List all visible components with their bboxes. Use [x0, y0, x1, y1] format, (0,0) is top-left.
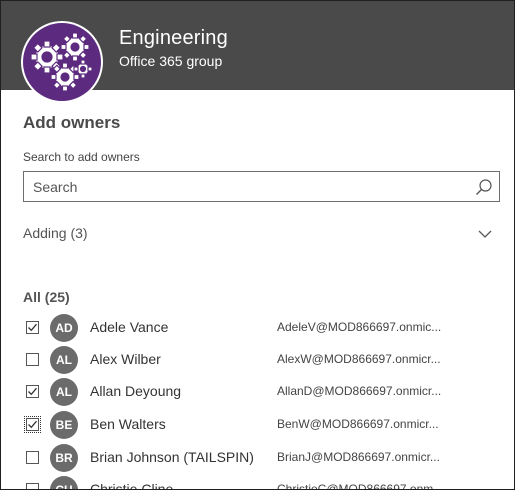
search-label: Search to add owners [23, 150, 140, 164]
person-name: Ben Walters [90, 416, 166, 432]
list-item[interactable]: CH Christie Cline ChristieC@MOD866697.on… [1, 473, 514, 490]
add-owners-panel: Engineering Office 365 group Add owners … [0, 0, 515, 490]
person-email: AllanD@MOD866697.onmicr... [277, 384, 442, 398]
search-input[interactable] [24, 172, 473, 201]
all-count-label: All (25) [23, 289, 70, 305]
person-name: Adele Vance [90, 319, 169, 335]
person-name: Allan Deyoung [90, 383, 182, 399]
group-type: Office 365 group [119, 53, 223, 69]
checkbox[interactable] [26, 483, 39, 489]
panel-title: Add owners [23, 113, 121, 132]
adding-label: Adding (3) [23, 225, 88, 241]
search-icon[interactable] [475, 178, 493, 196]
person-email: ChristieC@MOD866697.onm... [277, 482, 444, 490]
checkbox[interactable] [26, 321, 39, 334]
search-box [23, 171, 500, 202]
avatar: BR [50, 444, 78, 472]
list-item[interactable]: AD Adele Vance AdeleV@MOD866697.onmic... [1, 311, 514, 343]
list-item[interactable]: AL Alex Wilber AlexW@MOD866697.onmicr... [1, 343, 514, 375]
chevron-down-icon[interactable] [477, 227, 493, 241]
checkmark-icon [28, 323, 37, 332]
checkbox[interactable] [26, 451, 39, 464]
avatar: CH [50, 476, 78, 489]
person-email: AdeleV@MOD866697.onmic... [277, 320, 442, 334]
checkbox[interactable] [26, 353, 39, 366]
list-item[interactable]: BE Ben Walters BenW@MOD866697.onmicr... [1, 408, 514, 440]
person-email: BenW@MOD866697.onmicr... [277, 417, 439, 431]
checkmark-icon [28, 420, 37, 429]
avatar: AD [50, 314, 78, 342]
avatar: AL [50, 346, 78, 374]
checkmark-icon [28, 387, 37, 396]
list-item[interactable]: BR Brian Johnson (TAILSPIN) BrianJ@MOD86… [1, 441, 514, 473]
avatar: AL [50, 378, 78, 406]
person-name: Brian Johnson (TAILSPIN) [90, 449, 254, 465]
list-item[interactable]: AL Allan Deyoung AllanD@MOD866697.onmicr… [1, 375, 514, 407]
person-name: Christie Cline [90, 481, 174, 490]
checkbox[interactable] [26, 385, 39, 398]
gears-icon [30, 32, 93, 92]
group-name: Engineering [119, 27, 228, 49]
person-email: AlexW@MOD866697.onmicr... [277, 352, 441, 366]
adding-expander[interactable]: Adding (3) [23, 223, 493, 245]
person-email: BrianJ@MOD866697.onmicr... [277, 450, 440, 464]
person-name: Alex Wilber [90, 351, 161, 367]
group-avatar [21, 21, 103, 103]
checkbox[interactable] [24, 416, 41, 433]
avatar: BE [50, 411, 78, 439]
